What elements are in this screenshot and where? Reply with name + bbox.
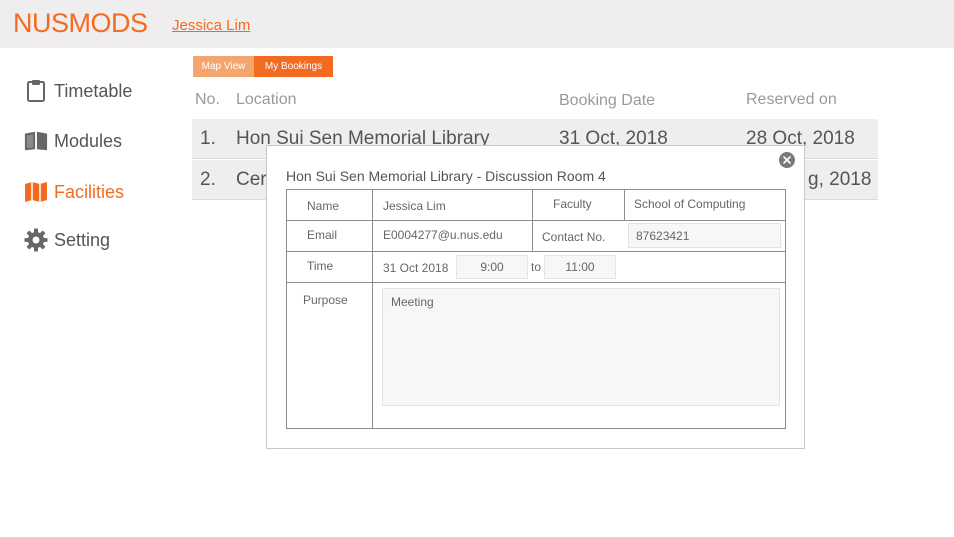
contact-field[interactable]: 87623421 <box>628 223 781 248</box>
divider <box>532 190 533 251</box>
sidebar-item-timetable[interactable]: Timetable <box>24 76 132 106</box>
sidebar-item-label: Facilities <box>54 181 125 202</box>
row-number: 2. <box>200 169 216 190</box>
divider <box>287 282 785 283</box>
faculty-label: Faculty <box>553 197 592 211</box>
map-icon <box>24 180 48 204</box>
name-label: Name <box>307 199 340 213</box>
row-reserved-on: g, 2018 <box>808 169 872 190</box>
tab-my-bookings[interactable]: My Bookings <box>254 56 333 77</box>
contact-value: 87623421 <box>636 228 690 243</box>
top-header: NUSMODS Jessica Lim <box>0 0 954 48</box>
app-logo[interactable]: NUSMODS <box>13 8 148 39</box>
tab-map-view[interactable]: Map View <box>193 56 254 77</box>
purpose-field[interactable]: Meeting <box>382 288 780 406</box>
email-label: Email <box>307 228 338 242</box>
column-header-booking-date: Booking Date <box>559 92 656 109</box>
end-time-field[interactable]: 11:00 <box>544 255 616 279</box>
to-label: to <box>531 260 542 274</box>
purpose-value: Meeting <box>391 295 434 309</box>
booking-form: Name Jessica Lim Faculty School of Compu… <box>286 189 786 429</box>
column-header-location: Location <box>236 91 297 108</box>
book-icon <box>24 129 48 153</box>
row-location: Cer <box>236 169 267 190</box>
date-value: 31 Oct 2018 <box>383 261 449 275</box>
user-name-link[interactable]: Jessica Lim <box>172 17 250 34</box>
close-icon <box>783 151 791 169</box>
start-time-value: 9:00 <box>480 260 504 274</box>
booking-detail-modal: Hon Sui Sen Memorial Library - Discussio… <box>266 145 805 449</box>
time-label: Time <box>307 259 334 273</box>
modal-title: Hon Sui Sen Memorial Library - Discussio… <box>286 168 606 184</box>
gear-icon <box>24 228 48 252</box>
name-value: Jessica Lim <box>383 199 446 213</box>
sidebar-item-setting[interactable]: Setting <box>24 225 110 255</box>
sidebar-item-label: Modules <box>54 130 123 151</box>
sidebar-item-label: Timetable <box>54 80 133 101</box>
sidebar-item-modules[interactable]: Modules <box>24 126 122 156</box>
column-header-no: No. <box>195 91 220 108</box>
divider <box>372 190 373 428</box>
faculty-value: School of Computing <box>634 197 746 211</box>
contact-label: Contact No. <box>542 230 606 244</box>
divider <box>624 190 625 220</box>
email-value: E0004277@u.nus.edu <box>383 228 503 242</box>
row-number: 1. <box>200 128 216 149</box>
close-button[interactable] <box>779 152 795 168</box>
column-header-reserved-on: Reserved on <box>746 91 837 108</box>
clipboard-icon <box>24 79 48 103</box>
sidebar-item-facilities[interactable]: Facilities <box>24 177 124 207</box>
divider <box>287 251 785 252</box>
divider <box>287 220 785 221</box>
end-time-value: 11:00 <box>565 260 595 274</box>
sidebar-item-label: Setting <box>54 229 111 250</box>
start-time-field[interactable]: 9:00 <box>456 255 528 279</box>
purpose-label: Purpose <box>303 293 348 307</box>
